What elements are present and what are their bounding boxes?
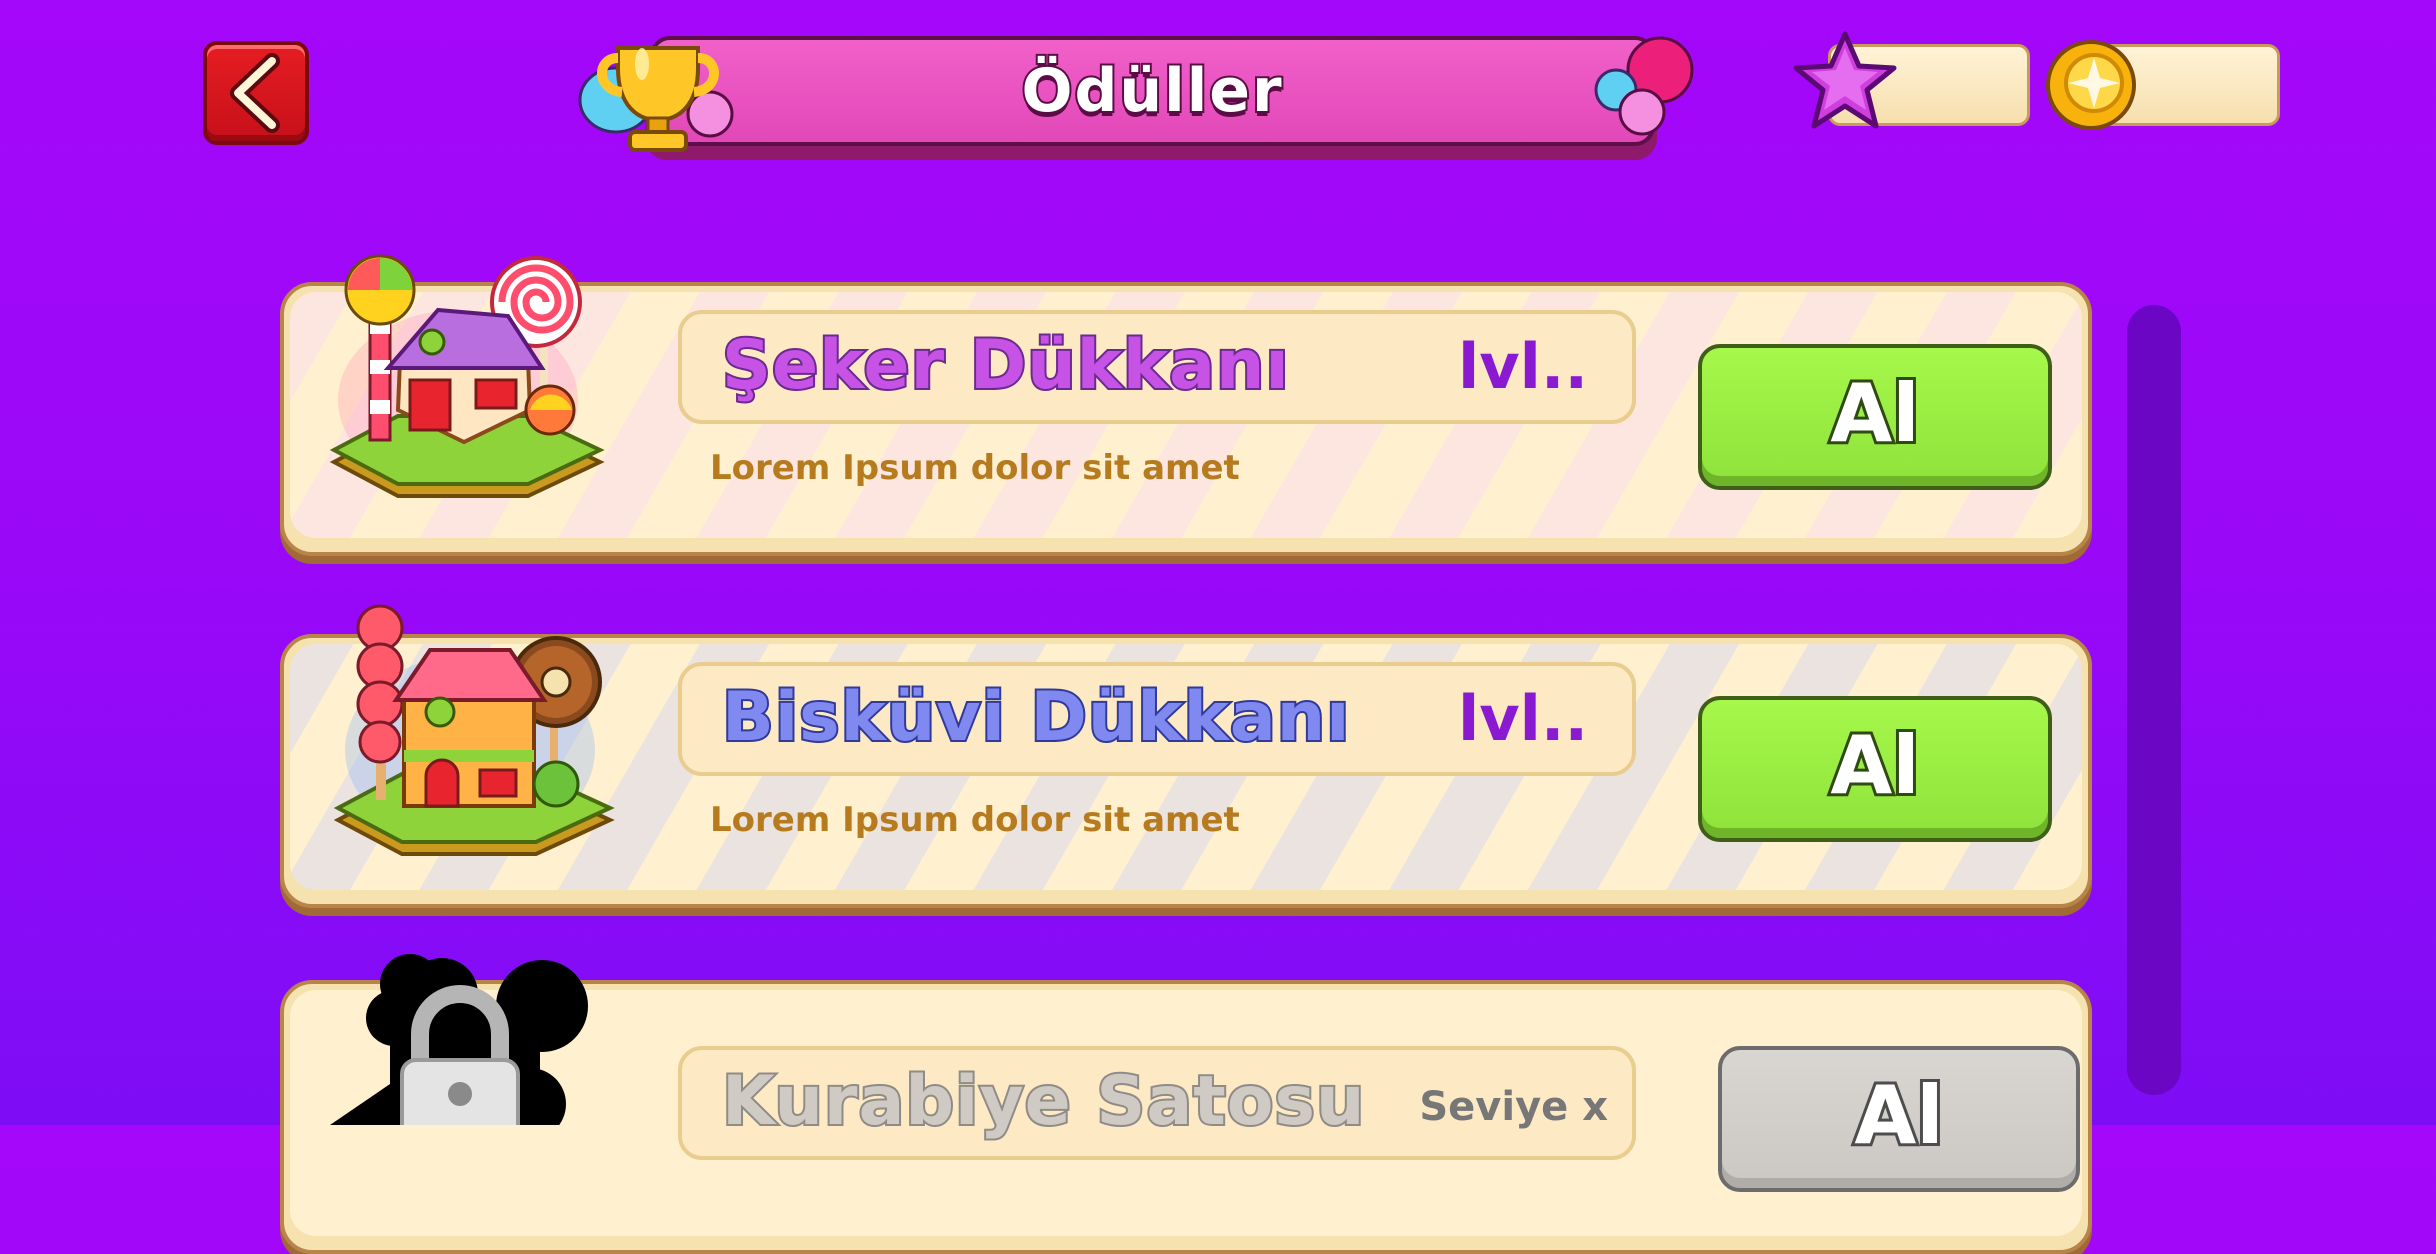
bubbles-decoration (1594, 36, 1694, 136)
biscuit-shop-image (333, 604, 615, 856)
scrollbar[interactable] (2127, 305, 2181, 1095)
buy-button-2[interactable]: Al (1698, 696, 2052, 842)
reward-name-box: Kurabiye Satosu Seviye x (678, 1046, 1636, 1160)
buy-button-label: Al (1827, 716, 1922, 815)
buy-button-label: Al (1827, 364, 1922, 463)
reward-description: Lorem Ipsum dolor sit amet (710, 448, 1240, 488)
back-button[interactable] (203, 41, 309, 145)
buy-button-label: Al (1851, 1066, 1946, 1165)
buy-button-3[interactable]: Al (1718, 1046, 2080, 1192)
chevron-left-icon (230, 53, 280, 133)
title-banner: Ödüller (650, 36, 1655, 146)
locked-building-silhouette (330, 954, 588, 1125)
reward-description: Lorem Ipsum dolor sit amet (710, 800, 1240, 840)
reward-name: Bisküvi Dükkanı (720, 676, 1351, 759)
buy-button-1[interactable]: Al (1698, 344, 2052, 490)
reward-level: lvl.. (1457, 330, 1588, 403)
reward-level: lvl.. (1457, 682, 1588, 755)
page-title: Ödüller (1019, 54, 1284, 128)
candy-shop-image (329, 254, 605, 498)
reward-name: Şeker Dükkanı (720, 324, 1291, 407)
coin-icon (2046, 40, 2136, 130)
star-icon (1793, 31, 1897, 129)
reward-level: Seviye x (1419, 1084, 1608, 1130)
reward-name-box: Şeker Dükkanı lvl.. (678, 310, 1636, 424)
reward-name: Kurabiye Satosu (720, 1060, 1366, 1143)
reward-name-box: Bisküvi Dükkanı lvl.. (678, 662, 1636, 776)
trophy-icon (578, 46, 734, 152)
